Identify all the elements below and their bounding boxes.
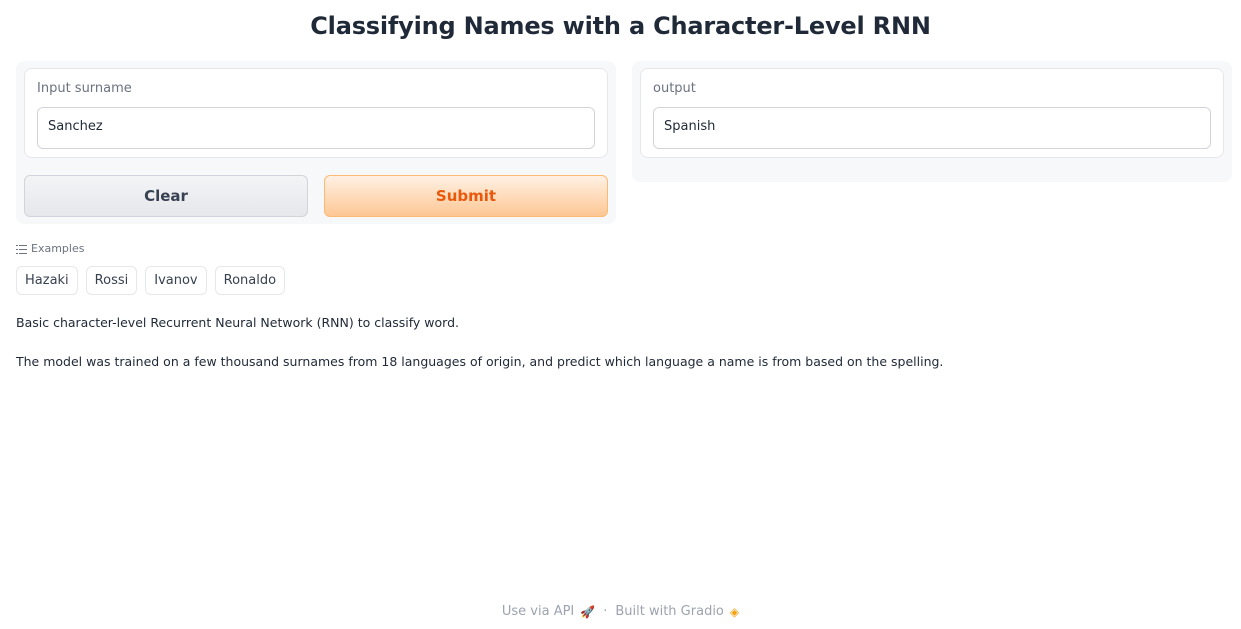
rocket-icon: 🚀: [580, 604, 596, 619]
examples-list: Hazaki Rossi Ivanov Ronaldo: [16, 266, 286, 295]
use-via-api-label: Use via API: [501, 604, 575, 619]
example-ivanov[interactable]: Ivanov: [145, 266, 207, 295]
surname-input[interactable]: [37, 107, 595, 149]
examples-label: Examples: [31, 242, 85, 255]
footer-separator: ·: [603, 604, 608, 619]
use-via-api-link[interactable]: Use via API 🚀: [502, 604, 595, 619]
output-block: output: [640, 68, 1224, 158]
output-label: output: [653, 81, 696, 96]
example-rossi[interactable]: Rossi: [85, 266, 138, 295]
example-hazaki[interactable]: Hazaki: [16, 266, 78, 295]
gradio-logo-icon: ◈: [729, 604, 740, 619]
clear-button[interactable]: Clear: [24, 175, 308, 217]
description-line-2: The model was trained on a few thousand …: [16, 354, 944, 369]
footer: Use via API 🚀 · Built with Gradio ◈: [0, 604, 1241, 619]
input-label: Input surname: [37, 81, 132, 96]
built-with-gradio-label: Built with Gradio: [615, 604, 724, 619]
list-icon: [16, 244, 27, 254]
examples-header: Examples: [16, 242, 84, 255]
description-line-1: Basic character-level Recurrent Neural N…: [16, 315, 459, 330]
submit-button[interactable]: Submit: [324, 175, 608, 217]
example-ronaldo[interactable]: Ronaldo: [214, 266, 286, 295]
input-block: Input surname: [24, 68, 608, 158]
built-with-gradio-link[interactable]: Built with Gradio ◈: [615, 604, 739, 619]
page-title: Classifying Names with a Character-Level…: [310, 12, 931, 40]
output-panel: output: [632, 61, 1232, 182]
output-textbox[interactable]: [653, 107, 1211, 149]
input-panel: Input surname Clear Submit: [16, 61, 616, 224]
